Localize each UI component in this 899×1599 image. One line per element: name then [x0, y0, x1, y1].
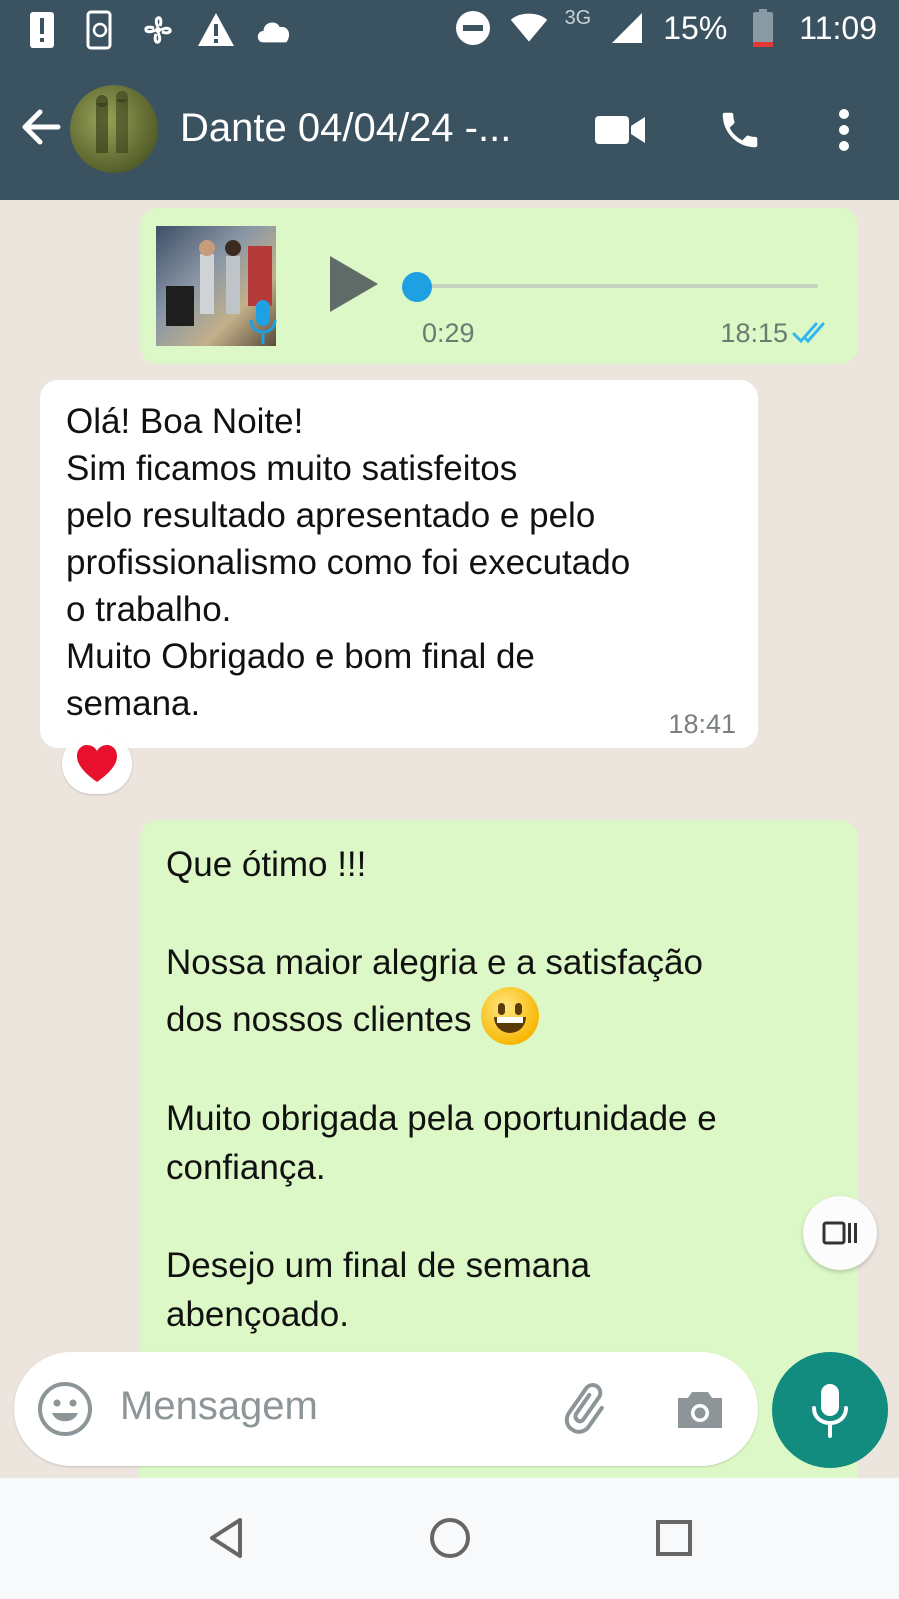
do-not-disturb-icon [453, 8, 493, 48]
fan-icon [138, 10, 178, 50]
chat-area[interactable]: 0:29 18:15 Olá! Boa Noite! Sim ficamos m… [0, 200, 899, 1478]
microphone-icon [248, 298, 278, 351]
scroll-button[interactable] [803, 1196, 877, 1270]
chat-header: Dante 04/04/24 -... [0, 62, 899, 200]
contact-avatar[interactable] [70, 85, 158, 173]
message-line: Que ótimo !!! [166, 845, 367, 884]
play-icon[interactable] [328, 254, 380, 319]
home-nav-icon[interactable] [420, 1508, 480, 1568]
message-text: Olá! Boa Noite! Sim ficamos muito satisf… [66, 402, 631, 723]
grinning-face-emoji [481, 987, 540, 1045]
heart-reaction[interactable] [62, 734, 132, 794]
message-line: Muito obrigada pela oportunidade e [166, 1099, 717, 1138]
audio-progress-knob[interactable] [402, 272, 432, 302]
message-composer[interactable]: Mensagem [14, 1352, 758, 1466]
attachment-icon[interactable] [562, 1382, 618, 1438]
chat-title[interactable]: Dante 04/04/24 -... [180, 106, 511, 151]
message-line: confiança. [166, 1148, 326, 1187]
video-call-icon[interactable] [590, 100, 650, 160]
message-line: Desejo um final de semana [166, 1246, 591, 1285]
message-line: abençoado. [166, 1295, 349, 1334]
warning-icon [196, 10, 236, 50]
message-time: 18:15 [720, 318, 788, 348]
clock: 11:09 [799, 9, 877, 46]
microphone-icon [812, 1384, 848, 1438]
battery-icon [743, 8, 783, 48]
wifi-icon [509, 8, 549, 48]
back-arrow-icon[interactable] [16, 102, 66, 152]
message-time: 18:41 [668, 709, 736, 739]
more-options-icon[interactable] [814, 100, 874, 160]
cloud-icon [254, 10, 294, 50]
status-bar: 3G 15% 11:09 [0, 0, 899, 62]
network-type: 3G [564, 6, 592, 29]
phone-sync-icon [80, 10, 120, 50]
voice-duration: 0:29 [422, 318, 475, 348]
voice-call-icon[interactable] [710, 100, 770, 160]
message-input[interactable]: Mensagem [120, 1384, 318, 1429]
system-nav-bar [0, 1478, 899, 1599]
camera-icon[interactable] [672, 1382, 728, 1438]
read-receipt-icon [792, 320, 832, 349]
back-nav-icon[interactable] [196, 1508, 256, 1568]
message-text: Que ótimo !!! Nossa maior alegria e a sa… [166, 840, 717, 1339]
voice-record-button[interactable] [772, 1352, 888, 1468]
message-line: Nossa maior alegria e a satisfação [166, 943, 703, 982]
voice-message[interactable]: 0:29 18:15 [140, 208, 858, 364]
alert-badge-icon [22, 10, 62, 50]
signal-icon [607, 8, 647, 48]
emoji-icon[interactable] [36, 1380, 94, 1438]
incoming-message[interactable]: Olá! Boa Noite! Sim ficamos muito satisf… [40, 380, 758, 748]
message-line: dos nossos clientes [166, 1000, 472, 1039]
battery-percent: 15% [663, 9, 728, 46]
recents-nav-icon[interactable] [644, 1508, 704, 1568]
audio-progress-track[interactable] [408, 284, 818, 288]
